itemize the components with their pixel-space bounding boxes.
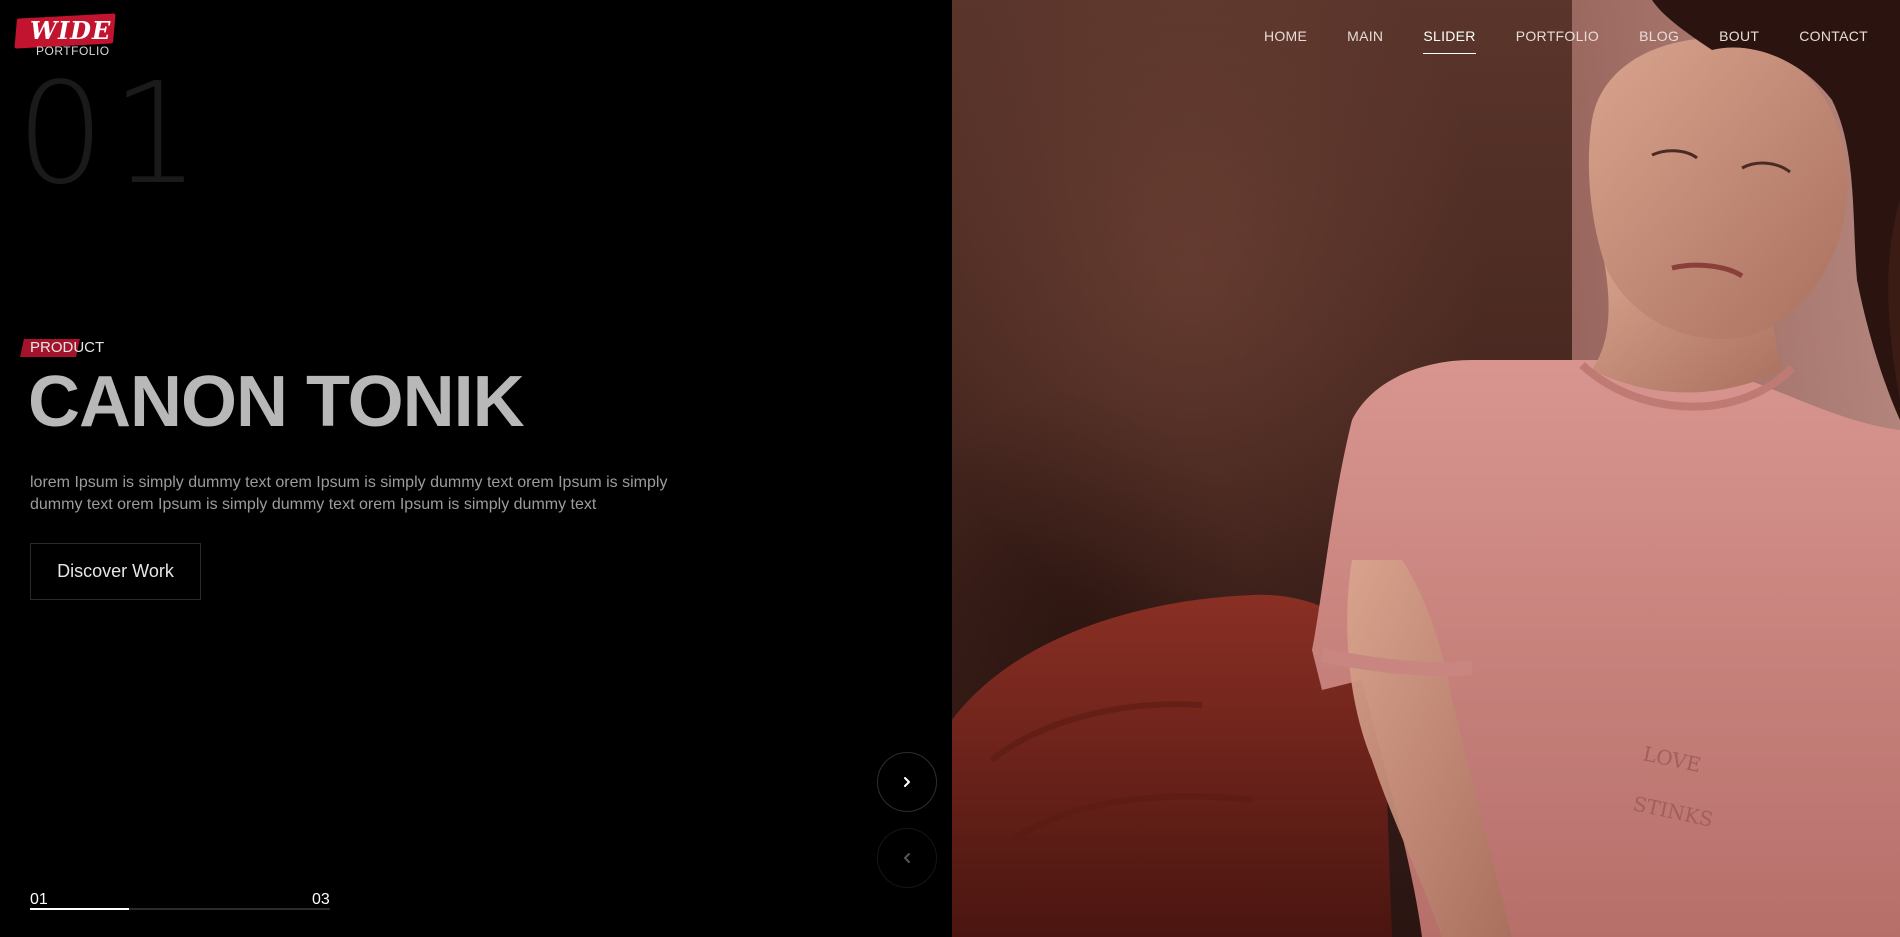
nav-item-slider[interactable]: SLIDER [1423,24,1477,58]
site-logo[interactable]: WIDE PORTFOLIO [14,13,116,58]
nav-item-main[interactable]: MAIN [1347,24,1383,58]
main-nav: HOME MAIN SLIDER PORTFOLIO BLOG BOUT CON… [1264,24,1868,58]
category-tag: PRODUCT [20,338,110,358]
nav-item-blog[interactable]: BLOG [1639,24,1679,58]
nav-item-home[interactable]: HOME [1264,24,1307,58]
hero-photo-illustration: LOVE STINKS [952,0,1900,937]
slide-progress-track [30,908,330,910]
current-slide-index: 01 [30,891,48,908]
slide-title: CANON TONIK [28,362,525,442]
nav-item-contact[interactable]: CONTACT [1799,24,1868,58]
slide-number: 01 [16,53,207,216]
hero-photo: LOVE STINKS [952,0,1900,937]
slider-page: LOVE STINKS WIDE PORTFOLIO 01 HOME MAIN … [0,0,1900,937]
prev-slide-button[interactable] [877,828,937,888]
chevron-left-icon [904,853,910,863]
logo-text: WIDE [30,16,112,45]
slide-progress-fill [30,908,129,910]
chevron-right-icon [904,777,910,787]
total-slides: 03 [312,891,330,908]
next-slide-button[interactable] [877,752,937,812]
discover-work-button[interactable]: Discover Work [30,543,201,600]
nav-item-about[interactable]: BOUT [1719,24,1759,58]
category-label: PRODUCT [30,339,105,356]
slide-description: lorem Ipsum is simply dummy text orem Ip… [30,474,668,513]
nav-item-portfolio[interactable]: PORTFOLIO [1516,24,1599,58]
